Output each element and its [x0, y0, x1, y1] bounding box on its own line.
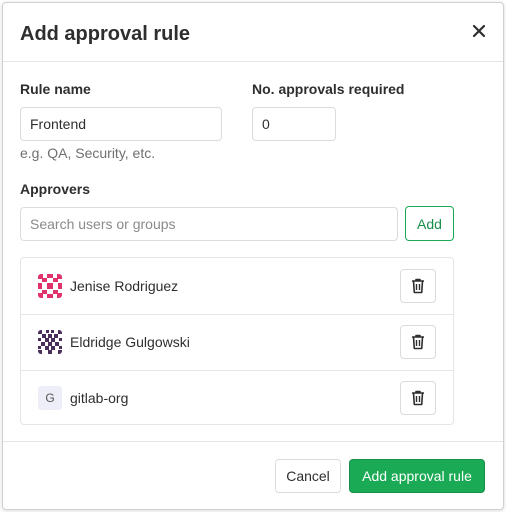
remove-approver-button[interactable] [400, 381, 436, 415]
approvers-label: Approvers [20, 181, 91, 197]
modal-header: Add approval rule [3, 3, 503, 62]
trash-icon [412, 390, 424, 406]
rule-name-input[interactable] [20, 107, 222, 141]
trash-icon [412, 334, 424, 350]
add-approval-rule-modal: Add approval rule Rule name e.g. QA, Sec… [2, 2, 504, 510]
approver-row: Eldridge Gulgowski [21, 314, 453, 371]
identicon-icon [38, 274, 62, 298]
identicon-icon [38, 330, 62, 354]
add-approval-rule-button[interactable]: Add approval rule [349, 459, 485, 493]
avatar: G [38, 386, 62, 410]
add-approver-button[interactable]: Add [405, 206, 454, 241]
modal-title: Add approval rule [20, 23, 191, 45]
close-icon [472, 24, 486, 38]
approvers-list: Jenise Rodriguez Eldridge Gulgowski G gi… [20, 257, 454, 425]
approvals-required-label: No. approvals required [252, 81, 405, 97]
rule-name-label: Rule name [20, 81, 91, 97]
rule-name-help-text: e.g. QA, Security, etc. [20, 145, 156, 161]
close-button[interactable] [469, 21, 489, 41]
cancel-button[interactable]: Cancel [275, 459, 341, 493]
approvals-required-input[interactable] [252, 107, 336, 141]
trash-icon [412, 278, 424, 294]
avatar [38, 330, 62, 354]
remove-approver-button[interactable] [400, 325, 436, 359]
approver-name: Eldridge Gulgowski [70, 334, 190, 350]
approver-row: Jenise Rodriguez [21, 258, 453, 315]
approvers-search-input[interactable] [20, 207, 398, 241]
approver-name: Jenise Rodriguez [70, 278, 179, 294]
modal-footer: Cancel Add approval rule [3, 441, 503, 510]
approver-name: gitlab-org [70, 390, 129, 406]
remove-approver-button[interactable] [400, 269, 436, 303]
approver-row: G gitlab-org [21, 370, 453, 426]
avatar [38, 274, 62, 298]
